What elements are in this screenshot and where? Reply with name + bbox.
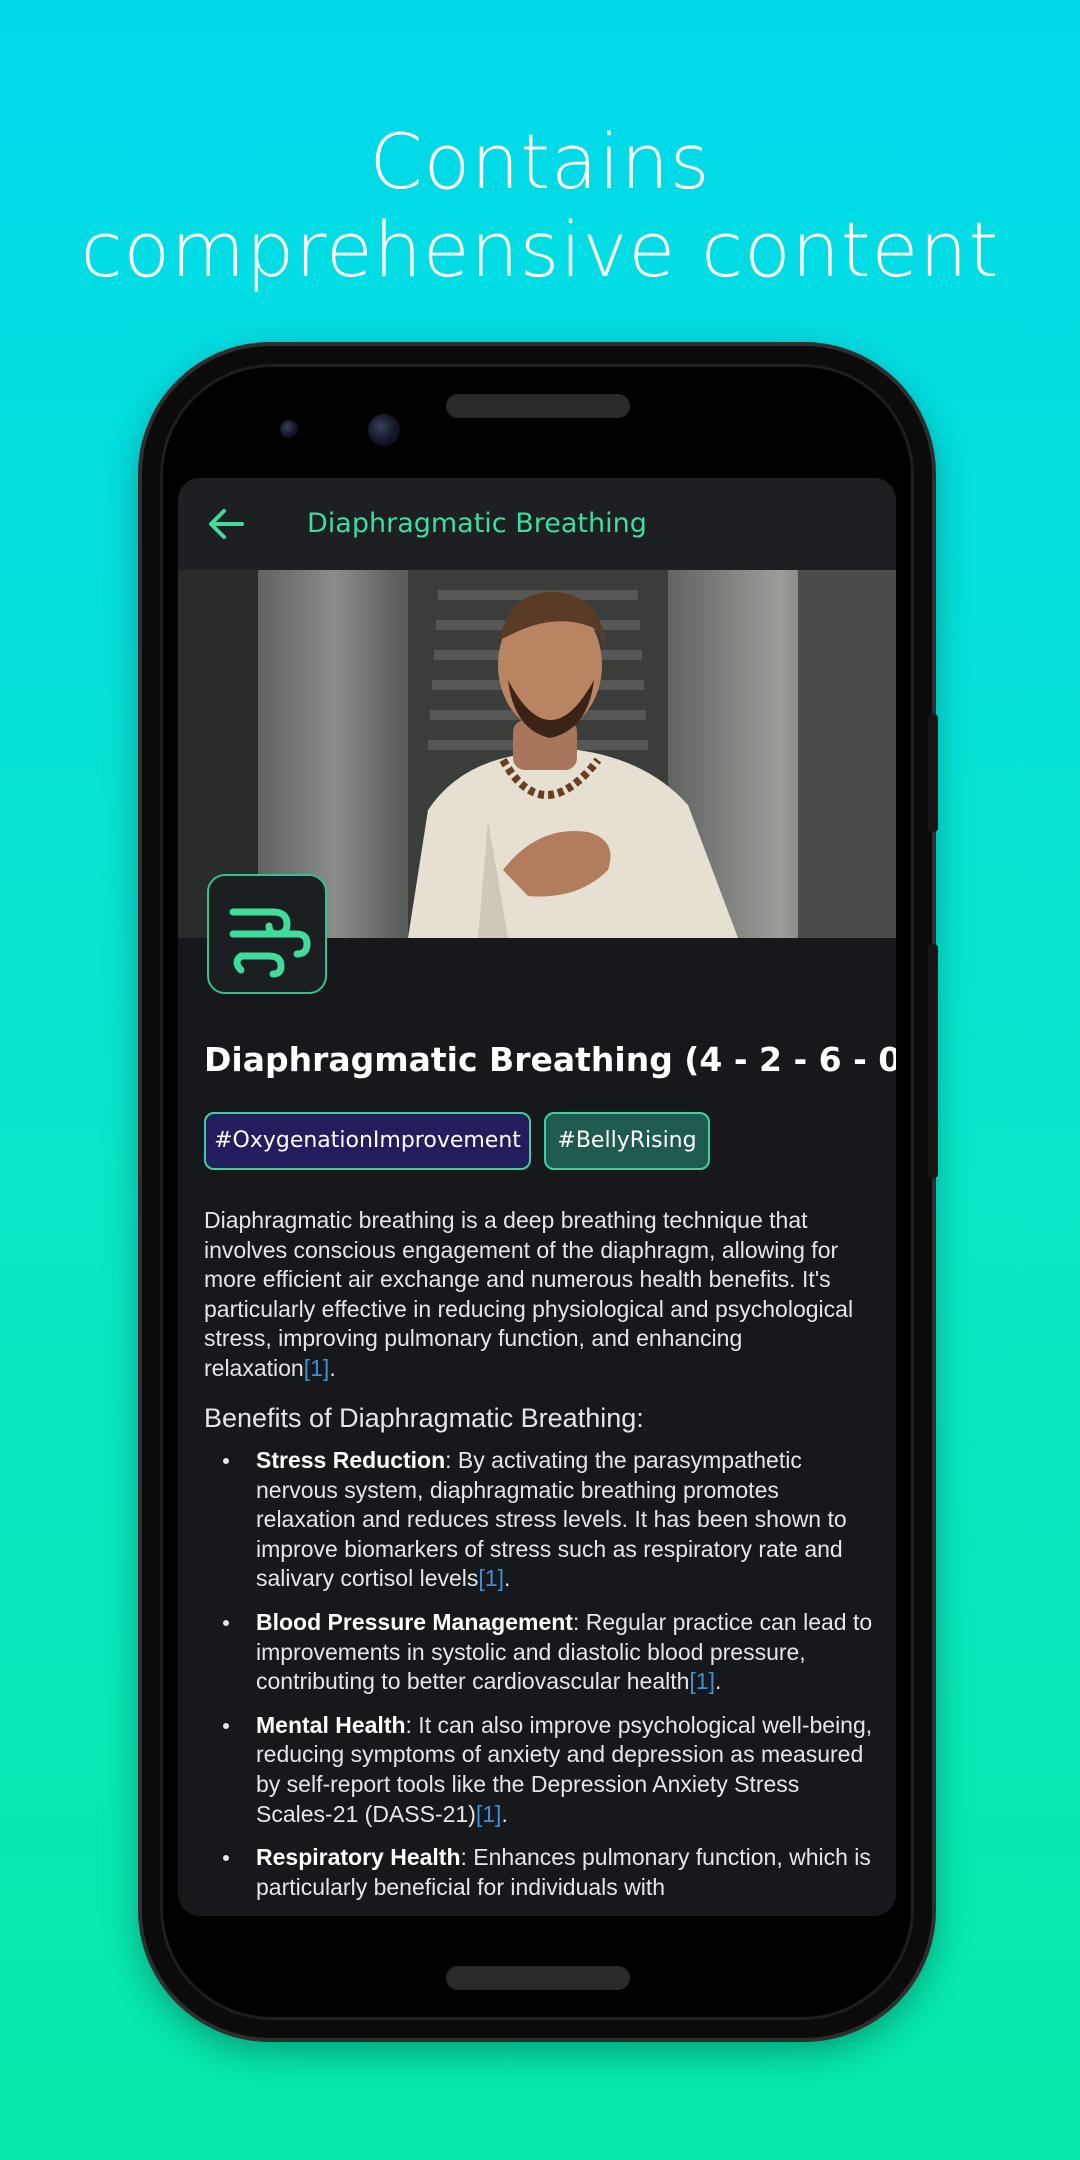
power-button <box>928 714 938 832</box>
front-camera <box>368 414 400 446</box>
tag-belly-rising[interactable]: #BellyRising <box>544 1112 710 1170</box>
benefit-title: Stress Reduction <box>256 1447 446 1473</box>
citation-link[interactable]: [1] <box>478 1565 504 1591</box>
benefit-title: Mental Health <box>256 1711 406 1738</box>
intro-paragraph: Diaphragmatic breathing is a deep breath… <box>204 1206 854 1384</box>
wind-icon <box>229 908 311 978</box>
intro-end: . <box>329 1354 336 1381</box>
breathing-app-icon <box>207 874 327 994</box>
benefit-title: Respiratory Health <box>256 1844 461 1871</box>
arrow-left-icon[interactable] <box>204 502 248 546</box>
list-item: Mental Health: It can also improve psych… <box>204 1711 874 1829</box>
volume-button <box>928 944 938 1178</box>
benefits-list: Stress Reduction: By activating the para… <box>204 1446 874 1916</box>
headline-line-2: comprehensive content <box>80 205 1000 294</box>
benefit-end: . <box>501 1800 508 1827</box>
citation-link[interactable]: [1] <box>476 1801 502 1827</box>
intro-text: Diaphragmatic breathing is a deep breath… <box>204 1207 854 1381</box>
app-screen: Diaphragmatic Breathing Diaphragmatic Br… <box>178 478 896 1916</box>
top-speaker <box>446 394 630 418</box>
citation-link[interactable]: [1] <box>304 1355 330 1381</box>
bottom-speaker <box>446 1966 630 1990</box>
promo-headline: Contains comprehensive content <box>0 118 1080 294</box>
benefit-title: Blood Pressure Management <box>256 1608 573 1635</box>
benefits-heading: Benefits of Diaphragmatic Breathing: <box>204 1403 644 1433</box>
tag-oxygenation-improvement[interactable]: #OxygenationImprovement <box>204 1112 531 1170</box>
app-bar: Diaphragmatic Breathing <box>178 478 896 570</box>
list-item: Stress Reduction: By activating the para… <box>204 1446 874 1594</box>
headline-line-1: Contains <box>369 117 711 206</box>
list-item: Blood Pressure Management: Regular pract… <box>204 1608 874 1697</box>
list-item: Respiratory Health: Enhances pulmonary f… <box>204 1843 874 1902</box>
proximity-sensor <box>280 420 298 438</box>
exercise-title: Diaphragmatic Breathing (4 - 2 - 6 - 0) <box>204 1040 896 1079</box>
benefit-end: . <box>715 1668 722 1695</box>
benefit-end: . <box>503 1565 511 1592</box>
citation-link[interactable]: [1] <box>689 1668 715 1694</box>
app-bar-title: Diaphragmatic Breathing <box>307 508 647 539</box>
